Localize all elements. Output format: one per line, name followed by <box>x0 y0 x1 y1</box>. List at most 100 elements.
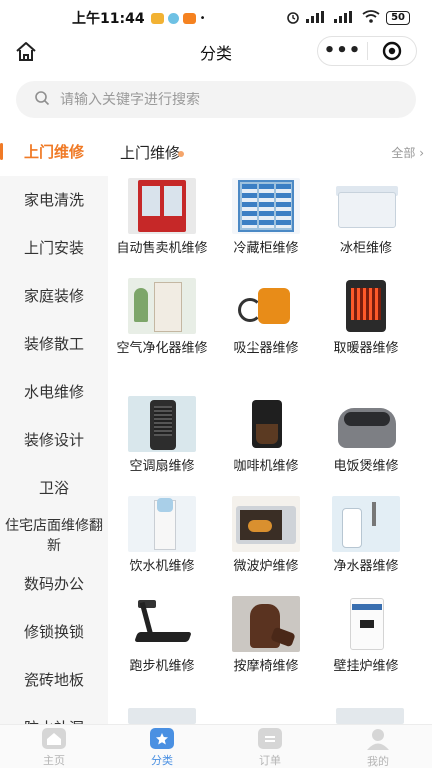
water-purifier-icon <box>332 496 400 552</box>
nav-bar: 分类 ••• <box>0 36 432 66</box>
product-item[interactable]: 净水器维修 <box>316 496 416 596</box>
product-label: 电饭煲维修 <box>333 459 399 474</box>
profile-tab-icon <box>366 728 390 750</box>
coffee-machine-icon <box>232 396 300 452</box>
vending-machine-icon <box>128 178 196 234</box>
product-label: 跑步机维修 <box>129 659 195 674</box>
freezer-icon <box>332 178 400 234</box>
tab-label: 分类 <box>151 754 173 767</box>
more-button[interactable]: ••• <box>318 37 367 65</box>
product-item[interactable]: 取暖器维修 <box>316 278 416 396</box>
status-bar: 上午11:44 • 50 <box>0 0 432 36</box>
view-all-label: 全部 <box>391 146 416 160</box>
category-sidebar: 上门维修 家电清洗 上门安装 家庭装修 装修散工 水电维修 装修设计 卫浴 住宅… <box>0 128 108 724</box>
sidebar-item-appliance-cleaning[interactable]: 家电清洗 <box>0 176 108 224</box>
sidebar-item-renovation-labor[interactable]: 装修散工 <box>0 320 108 368</box>
product-label: 微波炉维修 <box>233 559 299 574</box>
tab-category[interactable]: 分类 <box>108 725 216 768</box>
sidebar-item-home-renovation[interactable]: 家庭装修 <box>0 272 108 320</box>
product-item[interactable]: 饮水机维修 <box>108 496 216 596</box>
air-purifier-icon <box>128 278 196 334</box>
product-label: 咖啡机维修 <box>233 459 299 474</box>
treadmill-icon <box>128 596 196 652</box>
category-tab-icon <box>150 728 174 749</box>
sidebar-item-bathroom[interactable]: 卫浴 <box>0 464 108 512</box>
refrigerated-cabinet-icon <box>232 178 300 234</box>
massage-chair-icon <box>232 596 300 652</box>
tab-label: 主页 <box>43 754 65 767</box>
heater-icon <box>332 278 400 334</box>
status-time: 上午11:44 <box>72 11 145 27</box>
section-title: 上门维修 <box>120 144 181 162</box>
battery-icon: 50 <box>386 11 410 25</box>
product-label: 吸尘器维修 <box>233 341 299 356</box>
sidebar-item-storefront-repair[interactable]: 住宅店面维修翻新 <box>0 512 108 560</box>
alarm-icon <box>286 10 300 27</box>
search-bar[interactable] <box>16 81 416 118</box>
wall-boiler-icon <box>332 596 400 652</box>
tab-home[interactable]: 主页 <box>0 725 108 768</box>
product-label: 冷藏柜维修 <box>233 241 299 256</box>
product-item[interactable]: 空气净化器维修 <box>108 278 216 396</box>
sidebar-item-door-repair[interactable]: 上门维修 <box>0 128 108 176</box>
sidebar-item-waterproofing[interactable]: 防水补漏 <box>0 704 108 724</box>
home-tab-icon <box>42 728 66 749</box>
product-item[interactable]: 电饭煲维修 <box>316 396 416 496</box>
vacuum-cleaner-icon <box>232 278 300 334</box>
product-label: 壁挂炉维修 <box>333 659 399 674</box>
tab-label: 订单 <box>259 754 281 767</box>
water-dispenser-icon <box>128 496 196 552</box>
close-button[interactable] <box>368 41 416 61</box>
microwave-icon <box>232 496 300 552</box>
chevron-right-icon: › <box>419 146 424 160</box>
product-item[interactable]: 空调扇维修 <box>108 396 216 496</box>
product-item[interactable]: 壁挂炉维修 <box>316 596 416 696</box>
notification-chat-icon <box>167 12 179 24</box>
order-tab-icon <box>258 728 282 749</box>
sidebar-item-installation[interactable]: 上门安装 <box>0 224 108 272</box>
product-label: 自动售卖机维修 <box>116 241 208 256</box>
tab-orders[interactable]: 订单 <box>216 725 324 768</box>
product-item[interactable]: 微波炉维修 <box>216 496 316 596</box>
sidebar-item-tile-flooring[interactable]: 瓷砖地板 <box>0 656 108 704</box>
status-app-icons: • <box>150 12 206 24</box>
notification-dot-icon: • <box>199 12 206 24</box>
search-icon <box>34 90 50 110</box>
product-item[interactable]: 冰柜维修 <box>316 178 416 278</box>
wifi-icon <box>362 10 380 26</box>
tab-label: 我的 <box>367 755 389 768</box>
product-label: 饮水机维修 <box>129 559 195 574</box>
status-right: 50 <box>286 10 410 27</box>
section-title-dot <box>178 150 185 157</box>
tab-profile[interactable]: 我的 <box>324 725 432 768</box>
notification-mi-icon <box>182 12 196 24</box>
sidebar-item-plumbing-electric[interactable]: 水电维修 <box>0 368 108 416</box>
product-label: 取暖器维修 <box>333 341 399 356</box>
partial-product-thumb <box>128 708 196 724</box>
sidebar-item-renovation-design[interactable]: 装修设计 <box>0 416 108 464</box>
product-item[interactable]: 自动售卖机维修 <box>108 178 216 278</box>
signal-icon <box>306 10 328 26</box>
sidebar-item-locksmith[interactable]: 修锁换锁 <box>0 608 108 656</box>
product-label: 冰柜维修 <box>339 241 392 256</box>
product-item[interactable]: 吸尘器维修 <box>216 278 316 396</box>
product-item[interactable]: 跑步机维修 <box>108 596 216 696</box>
product-item[interactable]: 冷藏柜维修 <box>216 178 316 278</box>
product-label: 按摩椅维修 <box>233 659 299 674</box>
rice-cooker-icon <box>332 396 400 452</box>
partial-product-thumb <box>336 708 404 724</box>
signal-2-icon <box>334 10 356 26</box>
search-input[interactable] <box>60 91 380 108</box>
category-content: 上门维修 全部 › 自动售卖机维修 冷藏柜维修 冰柜维修 空气净化器维修 吸尘器… <box>108 128 432 724</box>
mini-program-capsule: ••• <box>317 36 417 66</box>
notification-app-icon <box>150 12 164 24</box>
section-header: 上门维修 全部 › <box>120 142 428 162</box>
view-all-link[interactable]: 全部 › <box>391 144 424 161</box>
tab-bar: 主页 分类 订单 我的 <box>0 724 432 768</box>
product-item[interactable]: 按摩椅维修 <box>216 596 316 696</box>
product-item[interactable]: 咖啡机维修 <box>216 396 316 496</box>
product-label: 净水器维修 <box>333 559 399 574</box>
product-grid: 自动售卖机维修 冷藏柜维修 冰柜维修 空气净化器维修 吸尘器维修 取暖器维修 空… <box>108 178 432 696</box>
sidebar-item-digital-office[interactable]: 数码办公 <box>0 560 108 608</box>
product-label: 空调扇维修 <box>129 459 195 474</box>
